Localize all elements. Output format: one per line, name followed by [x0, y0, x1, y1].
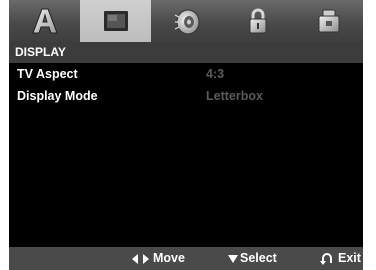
section-title: DISPLAY [9, 42, 363, 63]
setting-value[interactable]: 4:3 [206, 63, 224, 85]
audio-speaker-icon [174, 9, 199, 35]
left-right-arrows-icon [132, 253, 149, 264]
move-hint: Move [132, 247, 185, 270]
down-triangle-icon [228, 254, 238, 263]
select-label: Select [240, 251, 277, 265]
footer-hint-bar: Move Select Exit [9, 247, 363, 270]
tab-language[interactable] [9, 0, 80, 42]
setting-value[interactable]: Letterbox [206, 85, 263, 107]
move-label: Move [153, 251, 185, 265]
setting-label: TV Aspect [17, 67, 78, 81]
display-screen-icon [103, 11, 128, 31]
return-arrow-icon [320, 252, 334, 265]
tab-others[interactable] [293, 0, 364, 42]
dvd-setup-menu: DISPLAY TV Aspect 4:3 Display Mode Lette… [9, 0, 363, 270]
setting-label: Display Mode [17, 89, 98, 103]
setting-row-display-mode[interactable]: Display Mode Letterbox [9, 85, 363, 107]
exit-hint: Exit [320, 247, 361, 270]
tab-display[interactable] [80, 0, 151, 42]
setup-tab-bar [9, 0, 363, 42]
lock-icon [249, 8, 266, 34]
others-settings-icon [318, 9, 339, 33]
language-a-icon [31, 8, 58, 34]
tab-audio[interactable] [151, 0, 222, 42]
select-hint: Select [228, 247, 277, 270]
tab-lock[interactable] [222, 0, 293, 42]
exit-label: Exit [338, 251, 361, 265]
setting-row-tv-aspect[interactable]: TV Aspect 4:3 [9, 63, 363, 85]
